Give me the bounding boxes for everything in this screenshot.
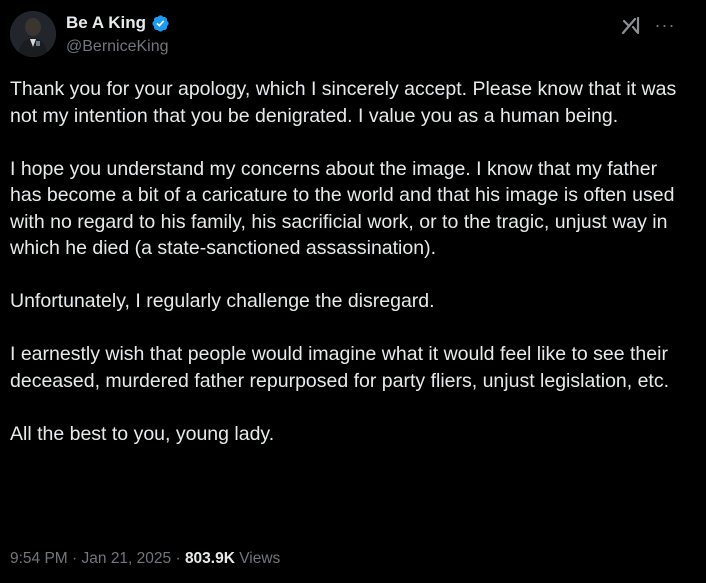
tweet-paragraph: Unfortunately, I regularly challenge the… bbox=[10, 290, 435, 312]
more-options-icon[interactable]: ··· bbox=[654, 14, 676, 36]
author-name-row: Be A King bbox=[66, 13, 170, 33]
views-label: Views bbox=[234, 550, 281, 567]
tweet-card: Be A King @BerniceKing ··· Thank you for… bbox=[0, 0, 706, 583]
meta-separator: · bbox=[67, 550, 82, 567]
tweet-paragraph: I hope you understand my concerns about … bbox=[10, 157, 675, 260]
author-handle[interactable]: @BerniceKing bbox=[66, 37, 169, 57]
tweet-text: Thank you for your apology, which I sinc… bbox=[10, 76, 680, 474]
meta-separator: · bbox=[171, 550, 185, 567]
author-display-name[interactable]: Be A King bbox=[66, 13, 146, 33]
grok-icon[interactable] bbox=[620, 15, 642, 37]
views-count[interactable]: 803.9K bbox=[185, 550, 235, 567]
tweet-date[interactable]: Jan 21, 2025 bbox=[82, 550, 172, 567]
tweet-meta: 9:54 PM · Jan 21, 2025 · 803.9K Views bbox=[10, 548, 280, 570]
tweet-paragraph: I earnestly wish that people would imagi… bbox=[10, 343, 670, 392]
verified-badge-icon bbox=[151, 14, 170, 33]
avatar[interactable] bbox=[10, 11, 56, 57]
tweet-paragraph: Thank you for your apology, which I sinc… bbox=[10, 78, 677, 127]
avatar-image bbox=[10, 11, 56, 57]
tweet-paragraph: All the best to you, young lady. bbox=[10, 422, 275, 445]
tweet-time[interactable]: 9:54 PM bbox=[10, 550, 68, 567]
